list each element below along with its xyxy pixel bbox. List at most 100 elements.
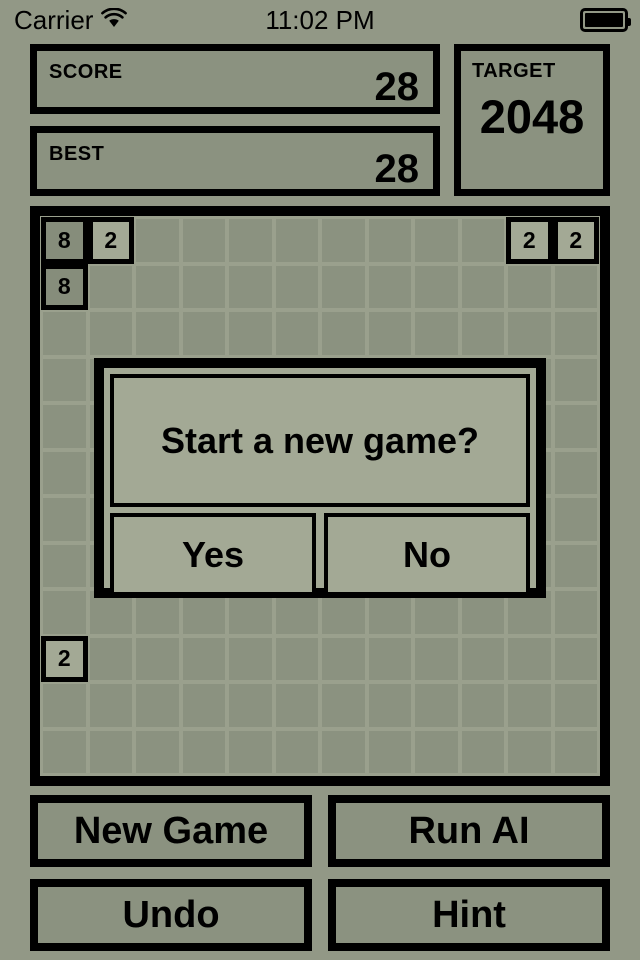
target-value: 2048 (479, 90, 585, 143)
board-cell (43, 591, 86, 634)
board-cell: 2 (506, 217, 553, 264)
board-cell (508, 637, 551, 680)
board-cell (554, 312, 597, 355)
board-cell (136, 312, 179, 355)
board-cell (275, 684, 318, 727)
new-game-button[interactable]: New Game (30, 795, 312, 867)
board-cell (508, 730, 551, 773)
board-cell (43, 405, 86, 448)
board-cell (89, 730, 132, 773)
battery-nub (628, 18, 631, 26)
board-cell (322, 219, 365, 262)
board-cell (368, 637, 411, 680)
board-cell (415, 312, 458, 355)
tile-2: 2 (87, 217, 134, 264)
board-cell (415, 637, 458, 680)
status-bar: Carrier 11:02 PM (0, 0, 640, 40)
board-cell: 2 (552, 217, 599, 264)
tile-8: 8 (41, 263, 88, 310)
clock-label: 11:02 PM (265, 4, 375, 35)
dialog-no-button[interactable]: No (324, 513, 530, 596)
board-cell: 2 (41, 635, 88, 682)
board-cell (554, 591, 597, 634)
board-cell (554, 265, 597, 308)
tile-2: 2 (41, 635, 88, 682)
button-row-bottom: Undo Hint (30, 879, 610, 951)
board-cell: 8 (41, 217, 88, 264)
target-label: TARGET (472, 60, 556, 82)
board-cell (43, 498, 86, 541)
board-cell (554, 405, 597, 448)
board-cell (182, 219, 225, 262)
score-column: SCORE 28 BEST 28 (30, 44, 440, 196)
board-cell (136, 684, 179, 727)
board-cell (554, 544, 597, 587)
board-cell (554, 358, 597, 401)
board-cell (182, 637, 225, 680)
best-value: 28 (374, 147, 420, 191)
board-cell (229, 637, 272, 680)
board-cell (43, 312, 86, 355)
board-cell (182, 684, 225, 727)
board-cell (43, 544, 86, 587)
board-cell (508, 684, 551, 727)
board-cell (368, 684, 411, 727)
board-cell (89, 265, 132, 308)
button-row-top: New Game Run AI (30, 795, 610, 867)
board-cell (461, 684, 504, 727)
status-bar-right (580, 8, 631, 32)
board-cell (89, 684, 132, 727)
board-cell (136, 219, 179, 262)
score-panel: SCORE 28 (30, 44, 440, 114)
board-cell (89, 637, 132, 680)
board-cell (43, 451, 86, 494)
best-label: BEST (49, 143, 105, 165)
board-cell (275, 265, 318, 308)
board-cell (275, 730, 318, 773)
dialog-yes-button[interactable]: Yes (110, 513, 316, 596)
score-area: SCORE 28 BEST 28 TARGET 2048 (30, 44, 610, 196)
board-cell (368, 730, 411, 773)
battery-fill (585, 13, 623, 27)
hint-button[interactable]: Hint (328, 879, 610, 951)
target-panel: TARGET 2048 (454, 44, 610, 196)
board-cell (368, 219, 411, 262)
board-cell (461, 265, 504, 308)
tile-2: 2 (506, 217, 553, 264)
board-cell (554, 637, 597, 680)
best-panel: BEST 28 (30, 126, 440, 196)
board-cell (508, 265, 551, 308)
tile-8: 8 (41, 217, 88, 264)
board-cell (554, 730, 597, 773)
board-cell (368, 312, 411, 355)
board-cell (229, 684, 272, 727)
board-cell (229, 312, 272, 355)
board-cell (554, 684, 597, 727)
board-cell (415, 684, 458, 727)
board-cell (461, 730, 504, 773)
board-cell (182, 265, 225, 308)
board-cell (229, 730, 272, 773)
board-cell (136, 637, 179, 680)
undo-button[interactable]: Undo (30, 879, 312, 951)
board-cell (415, 219, 458, 262)
tile-2: 2 (552, 217, 599, 264)
board-cell (322, 637, 365, 680)
board-cell (43, 358, 86, 401)
new-game-dialog: Start a new game? Yes No (94, 358, 546, 598)
board-cell (554, 451, 597, 494)
board-cell: 2 (87, 217, 134, 264)
run-ai-button[interactable]: Run AI (328, 795, 610, 867)
board-cell (182, 312, 225, 355)
board-cell (136, 730, 179, 773)
board-cell (322, 684, 365, 727)
board-cell (322, 730, 365, 773)
board-cell: 8 (41, 263, 88, 310)
board-cell (415, 730, 458, 773)
board-cell (275, 312, 318, 355)
board-cell (415, 265, 458, 308)
score-label: SCORE (49, 61, 123, 83)
board-cell (322, 312, 365, 355)
board-cell (461, 312, 504, 355)
board-cell (136, 265, 179, 308)
